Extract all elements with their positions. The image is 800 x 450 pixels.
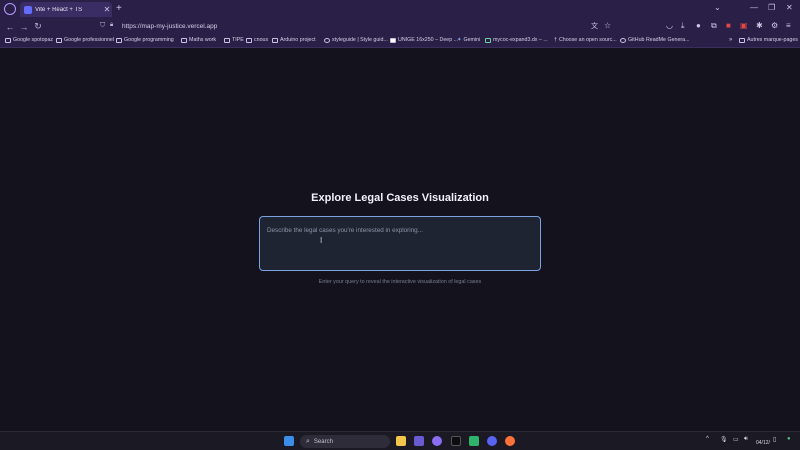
bookmark-folder[interactable]: Arduino project bbox=[272, 37, 316, 43]
folder-icon bbox=[5, 37, 11, 43]
settings-gear-icon[interactable]: ⚙ bbox=[771, 21, 778, 30]
extension-badge-icon[interactable]: ▣ bbox=[740, 21, 748, 30]
gemini-star-icon: ✦ bbox=[457, 37, 462, 43]
reload-icon[interactable]: ↻ bbox=[31, 21, 45, 32]
taskbar-search[interactable]: ⌕ Search bbox=[300, 435, 390, 448]
page-title: Explore Legal Cases Visualization bbox=[311, 192, 489, 204]
notification-icon[interactable]: ▯ bbox=[773, 436, 776, 443]
account-icon[interactable]: ● bbox=[696, 21, 701, 30]
folder-icon bbox=[181, 37, 187, 43]
bookmark-folder[interactable]: Maths work bbox=[181, 37, 216, 43]
downloads-icon[interactable]: ⤓ bbox=[681, 21, 685, 31]
query-hint: Enter your query to reveal the interacti… bbox=[318, 279, 482, 285]
close-window-icon[interactable]: ✕ bbox=[786, 3, 793, 12]
tab-close-icon[interactable]: ✕ bbox=[102, 5, 112, 14]
bookmark-link[interactable]: † Choose an open sourc... bbox=[554, 37, 617, 43]
text-cursor-icon: I bbox=[320, 236, 323, 245]
bookmark-folder[interactable]: Google programming bbox=[116, 37, 174, 43]
folder-icon bbox=[739, 37, 745, 43]
address-bar[interactable]: ⛉ 🔒︎ https://map-my-justice.vercel.app 文… bbox=[96, 20, 626, 33]
bookmarks-overflow-icon[interactable]: » bbox=[729, 37, 732, 43]
firefox-icon[interactable] bbox=[505, 436, 515, 446]
minimize-icon[interactable]: — bbox=[750, 3, 758, 12]
extension-red-icon[interactable]: ■ bbox=[726, 21, 731, 30]
bookmark-link[interactable]: ✦ Gemini bbox=[457, 37, 480, 43]
tab-list-icon[interactable]: ⌄ bbox=[714, 3, 721, 12]
bookmark-folder-other[interactable]: Autres marque-pages bbox=[739, 37, 798, 43]
bookmark-folder[interactable]: cnous bbox=[246, 37, 268, 43]
shield-icon[interactable]: ⛉ bbox=[100, 22, 105, 30]
folder-icon bbox=[116, 37, 122, 43]
bookmark-folder[interactable]: Google professionnel bbox=[56, 37, 114, 43]
bookmark-link[interactable]: GitHub ReadMe Genera... bbox=[620, 37, 690, 43]
maximize-icon[interactable]: ❐ bbox=[768, 3, 775, 12]
page-icon bbox=[390, 37, 396, 43]
windows-start-icon[interactable] bbox=[284, 436, 294, 446]
bookmark-folder[interactable]: TIPE bbox=[224, 37, 244, 43]
taskbar: ⌕ Search ^ 🎙︎ ▭ 🔊︎ 04/12/ ▯ ● bbox=[0, 431, 800, 450]
globe-icon bbox=[324, 37, 330, 43]
extensions-icon[interactable]: ⧉ bbox=[711, 21, 717, 31]
microphone-icon[interactable]: 🎙︎ bbox=[720, 436, 728, 443]
app-icon[interactable] bbox=[432, 436, 442, 446]
search-icon: ⌕ bbox=[306, 437, 310, 445]
status-dot-icon[interactable]: ● bbox=[787, 436, 791, 442]
github-icon bbox=[620, 37, 626, 43]
folder-icon bbox=[246, 37, 252, 43]
legal-query-input[interactable] bbox=[259, 216, 541, 271]
folder-icon bbox=[56, 37, 62, 43]
url-text[interactable]: https://map-my-justice.vercel.app bbox=[122, 23, 217, 30]
tab-title: Vite + React + TS bbox=[35, 6, 83, 13]
bookmarks-bar: Google spotopaz Google professionnel Goo… bbox=[0, 35, 800, 48]
translate-icon[interactable]: 文 bbox=[591, 21, 598, 31]
firefox-view-icon[interactable] bbox=[4, 3, 16, 15]
volume-icon[interactable]: 🔊︎ bbox=[744, 436, 748, 443]
bookmark-link[interactable]: styleguide | Style guid... bbox=[324, 37, 388, 43]
tab-active[interactable]: Vite + React + TS ✕ bbox=[20, 2, 112, 17]
discord-icon[interactable] bbox=[487, 436, 497, 446]
terminal-icon[interactable] bbox=[451, 436, 461, 446]
menu-icon[interactable]: ≡ bbox=[786, 21, 791, 30]
page-icon bbox=[485, 37, 491, 43]
new-tab-icon[interactable]: + bbox=[116, 3, 122, 14]
link-icon: † bbox=[554, 37, 557, 43]
pocket-icon[interactable]: ◡ bbox=[666, 21, 673, 30]
puzzle-icon[interactable]: ✱ bbox=[756, 21, 763, 30]
bookmark-folder[interactable]: Google spotopaz bbox=[5, 37, 53, 43]
photos-icon[interactable] bbox=[414, 436, 424, 446]
bookmark-star-icon[interactable]: ☆ bbox=[604, 21, 611, 30]
back-icon[interactable]: ← bbox=[3, 22, 17, 32]
network-icon[interactable]: ▭ bbox=[733, 436, 739, 443]
app-green-icon[interactable] bbox=[469, 436, 479, 446]
clock-date[interactable]: 04/12/ bbox=[756, 440, 770, 446]
lock-icon[interactable]: 🔒︎ bbox=[110, 22, 113, 29]
file-explorer-icon[interactable] bbox=[396, 436, 406, 446]
vite-favicon-icon bbox=[24, 5, 32, 14]
forward-icon[interactable]: → bbox=[17, 22, 31, 32]
bookmark-link[interactable]: mycoc-expand3.dx – ... bbox=[485, 37, 548, 43]
tray-overflow-icon[interactable]: ^ bbox=[706, 436, 709, 442]
folder-icon bbox=[272, 37, 278, 43]
folder-icon bbox=[224, 37, 230, 43]
bookmark-link[interactable]: UNIGE 16x250 – Deep ... bbox=[390, 37, 458, 43]
search-label: Search bbox=[313, 438, 333, 445]
